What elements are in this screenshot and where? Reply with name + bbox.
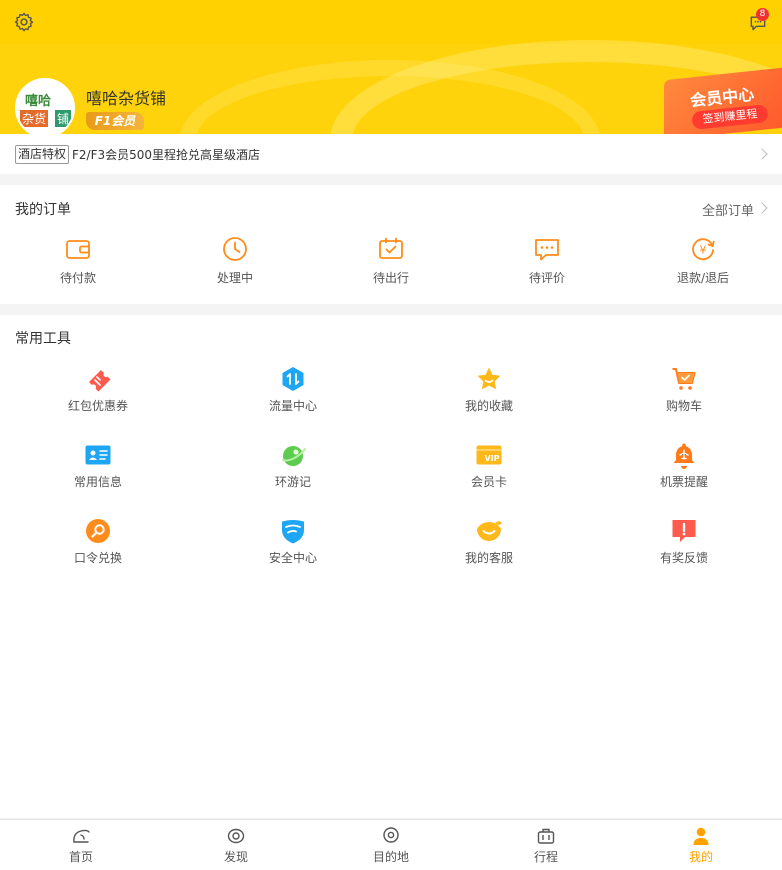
tab-label: 我的 [688,850,713,864]
tool-common-info[interactable]: 常用信息 [28,441,168,490]
tool-label: 安全中心 [268,551,317,565]
common-tools-section: 常用工具 红包优惠券 流量中心 我的收藏 购物车 常用信息 环游记 VIP 会员… [0,315,782,818]
tool-label: 流量中心 [268,399,317,413]
my-orders-section: 我的订单 全部订单 待付款 处理中 待出行 待评价 ¥ 退款/退后 [0,185,782,304]
avatar-text-2: 杂货 [20,110,49,127]
order-refund[interactable]: ¥ 退款/退后 [653,235,753,286]
orders-title: 我的订单 [15,202,71,218]
tool-label: 环游记 [274,475,311,489]
tab-discover[interactable]: 发现 [196,826,276,865]
hotel-promo-banner[interactable]: 酒店特权 F2/F3会员500里程抢兑高星级酒店 [0,134,782,174]
home-icon [73,829,90,843]
avatar-text-3: 铺 [55,110,72,127]
comment-icon [535,239,559,261]
tool-favorites[interactable]: 我的收藏 [419,365,559,414]
promo-text: F2/F3会员500里程抢兑高星级酒店 [72,148,261,162]
tab-label: 目的地 [372,850,409,864]
order-to-travel[interactable]: 待出行 [341,235,441,286]
tool-traffic-center[interactable]: 流量中心 [223,365,363,414]
promo-tag: 酒店特权 [15,145,70,164]
tab-destination[interactable]: 目的地 [351,826,431,865]
destination-icon [383,827,399,843]
calendar-check-icon [379,237,403,259]
id-card-icon [85,445,111,465]
order-label: 待付款 [59,271,96,285]
order-label: 处理中 [216,271,253,285]
cart-icon [672,368,696,390]
clock-icon [223,237,247,261]
tool-coupons[interactable]: 红包优惠券 [28,365,168,414]
wallet-icon [66,240,90,259]
tool-customer-service[interactable]: 我的客服 [419,517,559,566]
profile-icon [693,827,709,845]
tool-label: 机票提醒 [659,475,708,489]
order-label: 退款/退后 [676,271,730,285]
tools-title: 常用工具 [15,331,71,347]
vip-card-icon: VIP [476,445,502,465]
service-icon [477,521,502,541]
tool-label: 我的收藏 [464,399,513,413]
bottom-tab-bar: 首页 发现 目的地 行程 我的 [0,819,782,870]
message-count-badge: 8 [756,8,769,21]
tool-flight-alert[interactable]: 机票提醒 [614,441,754,490]
tool-label: 会员卡 [470,475,507,489]
feedback-icon [672,520,696,542]
tool-label: 常用信息 [73,475,122,489]
traffic-icon [282,367,304,391]
search-icon [86,519,110,543]
tab-home[interactable]: 首页 [41,826,121,865]
refund-icon: ¥ [692,238,715,261]
tool-label: 口令兑换 [73,551,122,565]
all-orders-link[interactable]: 全部订单 [702,200,754,219]
order-pending-payment[interactable]: 待付款 [28,235,128,286]
svg-text:¥: ¥ [700,244,707,257]
gear-icon[interactable] [13,11,35,33]
svg-text:VIP: VIP [484,454,499,463]
bell-icon [673,443,695,469]
chevron-right-icon [756,202,768,214]
globe-icon [282,446,306,466]
order-label: 待评价 [528,271,565,285]
order-label: 待出行 [372,271,409,285]
tool-code-redeem[interactable]: 口令兑换 [28,517,168,566]
trip-icon [537,828,555,844]
tab-trip[interactable]: 行程 [506,826,586,865]
tool-cart[interactable]: 购物车 [614,365,754,414]
tool-feedback[interactable]: 有奖反馈 [614,517,754,566]
member-level-badge[interactable]: F1会员 [86,112,144,130]
tool-travel-diary[interactable]: 环游记 [223,441,363,490]
coupon-icon [89,370,111,392]
tab-mine[interactable]: 我的 [661,826,741,865]
order-processing[interactable]: 处理中 [185,235,285,286]
discover-icon [227,828,245,844]
store-name[interactable]: 嘻哈杂货铺 [86,85,166,109]
avatar-text-1: 嘻哈 [25,94,52,109]
tab-label: 发现 [223,850,248,864]
tool-label: 红包优惠券 [67,399,128,413]
app-page: 8 嘻哈 杂货 铺 嘻哈杂货铺 F1会员 会员中心 签到赚里程 酒店特权 F2/… [0,0,782,870]
tool-label: 有奖反馈 [659,551,708,565]
chevron-right-icon [756,148,768,160]
avatar[interactable]: 嘻哈 杂货 铺 [15,78,75,134]
tab-label: 行程 [533,850,558,864]
star-icon [477,367,501,390]
tool-label: 我的客服 [464,551,513,565]
order-to-review[interactable]: 待评价 [497,235,597,286]
tool-member-card[interactable]: VIP 会员卡 [419,441,559,490]
tab-label: 首页 [68,850,93,864]
profile-header: 8 嘻哈 杂货 铺 嘻哈杂货铺 F1会员 会员中心 签到赚里程 [0,0,782,134]
shield-icon [282,520,304,544]
tool-label: 购物车 [665,399,702,413]
tool-security-center[interactable]: 安全中心 [223,517,363,566]
